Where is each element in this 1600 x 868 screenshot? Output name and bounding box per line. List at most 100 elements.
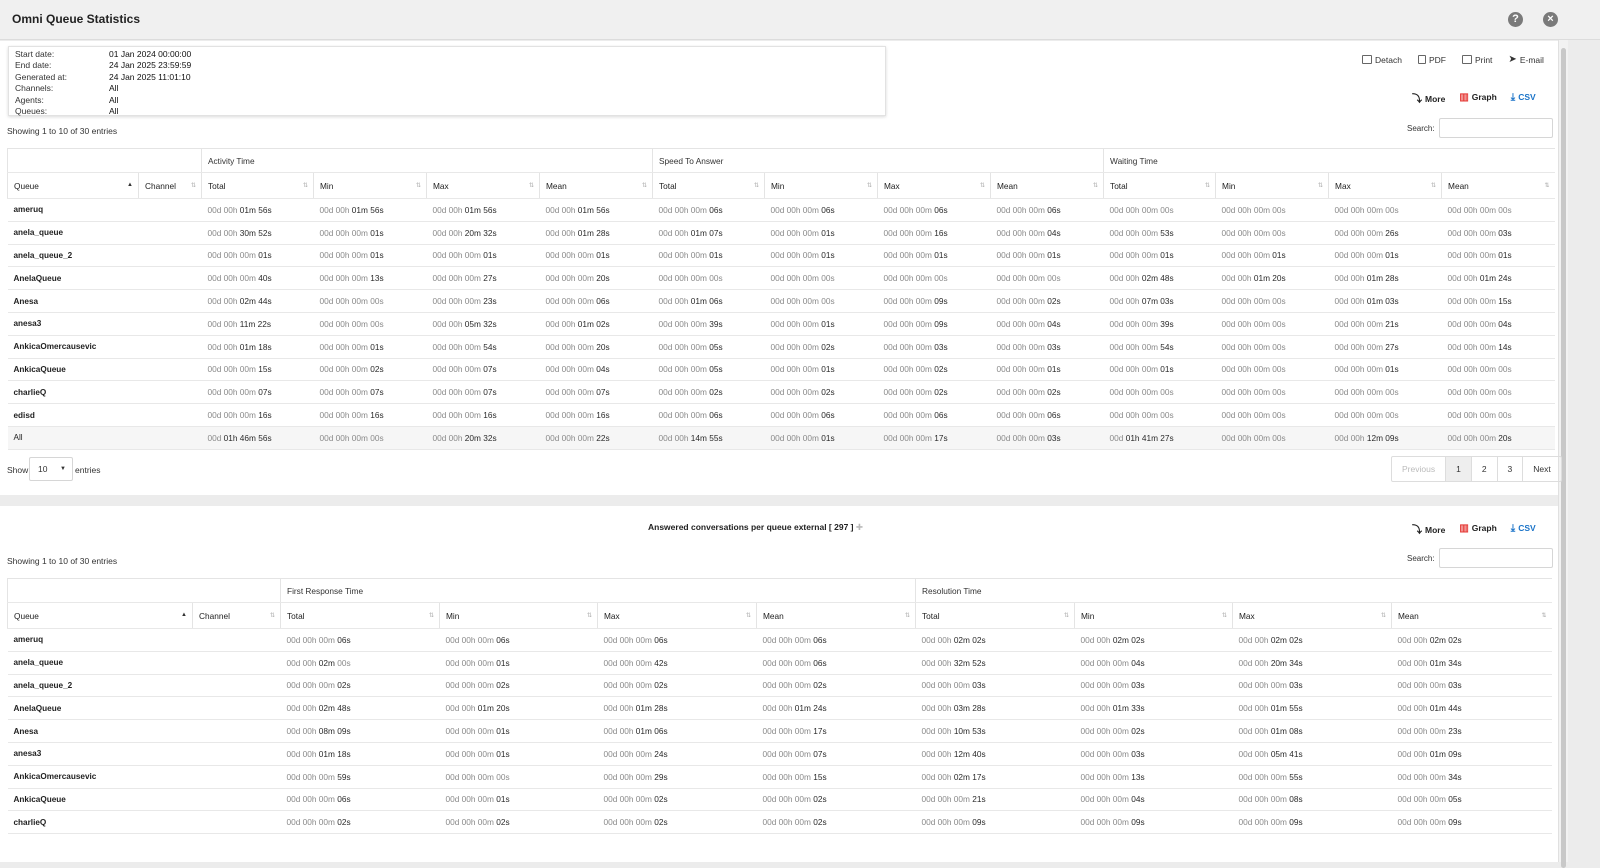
table-row[interactable]: anesa3 00d 00h 01m 18s 00d 00h 00m 01s 00d … [7,742,1552,766]
email-button[interactable]: ➤ E-mail [1508,54,1543,65]
sort-icon[interactable]: ⇅ [867,182,872,189]
column-header[interactable]: Min ⇅ [313,172,427,199]
csv-button-2[interactable]: ⤓ CSV [1511,523,1536,534]
page-button-1[interactable]: 1 [1445,457,1471,481]
csv-button[interactable]: ⤓ CSV [1511,92,1536,103]
sort-icon[interactable]: ⇅ [1318,182,1323,189]
column-header[interactable]: Total ⇅ [201,172,314,199]
column-header[interactable]: Mean ⇅ [755,602,916,629]
page-button-previous[interactable]: Previous [1392,457,1445,481]
sort-icon[interactable]: ⇅ [270,612,275,619]
column-header[interactable]: Queue ▲ [7,172,139,199]
table-total-row[interactable]: All 00d 01h 46m 56s 00d 00h 00m 00s 00d 00h… [7,426,1555,450]
sort-icon[interactable]: ⇅ [754,182,759,189]
graph-button-2[interactable]: ▥ Graph [1459,523,1496,534]
table-row[interactable]: anela_queue 00d 00h 30m 52s 00d 00h 00m 01… [7,221,1555,245]
column-header[interactable]: Total ⇅ [915,602,1075,629]
queue-cell: edisd [7,403,139,427]
table-row[interactable]: anesa3 00d 00h 11m 22s 00d 00h 00m 00s 00d … [7,312,1555,336]
column-header[interactable]: Total ⇅ [280,602,440,629]
sort-icon[interactable]: ⇅ [1381,612,1386,619]
table-row[interactable]: ameruq 00d 00h 00m 06s 00d 00h 00m 06s 00d … [7,628,1552,652]
table-row[interactable]: AnelaQueue 00d 00h 00m 40s 00d 00h 00m 13s… [7,266,1555,291]
time-cell: 00d 00h 00m 07s [426,380,540,405]
sort-icon[interactable]: ⇅ [905,612,910,619]
table-row[interactable]: AnkicaQueue 00d 00h 00m 06s 00d 00h 00m 01… [7,788,1552,812]
help-icon[interactable]: ? [1508,12,1523,27]
page-button-next[interactable]: Next [1522,457,1560,481]
sort-icon[interactable]: ⇅ [1541,612,1546,619]
table-row[interactable]: AnkicaQueue 00d 00h 00m 15s 00d 00h 00m 02… [7,358,1555,382]
time-cell: 00d 00h 01m 07s [652,221,765,245]
time-cell: 00d 00h 00m 03s [990,335,1104,359]
table-row[interactable]: edisd 00d 00h 00m 16s 00d 00h 00m 16s 00d 0… [7,403,1555,427]
column-header[interactable]: Max ⇅ [1328,172,1442,199]
column-header[interactable]: Mean ⇅ [1441,172,1555,199]
column-header[interactable]: Max ⇅ [597,602,757,629]
table-row[interactable]: AnkicaOmercausevic 00d 00h 01m 18s 00d 00h… [7,335,1555,359]
column-header[interactable]: Min ⇅ [1074,602,1233,629]
table-row[interactable]: AnkicaOmercausevic 00d 00h 00m 59s 00d 00h… [7,765,1552,789]
sort-icon[interactable]: ⇅ [1545,182,1550,189]
sort-icon[interactable]: ⇅ [980,182,985,189]
page-size-select[interactable]: 10 ▼ [29,457,73,481]
sort-icon[interactable]: ▲ [127,182,133,188]
detach-button[interactable]: Detach [1362,55,1402,65]
sort-icon[interactable]: ⇅ [429,612,434,619]
table-row[interactable]: AnelaQueue 00d 00h 02m 48s 00d 00h 01m 20s… [7,696,1552,721]
sort-icon[interactable]: ⇅ [303,182,308,189]
column-header[interactable]: Channel ⇅ [192,602,281,629]
column-header[interactable]: Min ⇅ [764,172,878,199]
table-row[interactable]: charlieQ 00d 00h 00m 07s 00d 00h 00m 07s 00… [7,380,1555,405]
page-button-3[interactable]: 3 [1496,457,1523,481]
column-header[interactable]: Mean ⇅ [1391,602,1552,629]
sort-icon[interactable]: ⇅ [1205,182,1210,189]
sort-icon[interactable]: ⇅ [1431,182,1436,189]
column-header[interactable]: Total ⇅ [652,172,765,199]
time-cell: 00d 00h 00m 20s [539,266,653,291]
sort-icon[interactable]: ⇅ [191,182,196,189]
column-header[interactable]: Queue ▲ [7,602,193,629]
time-cell: 00d 00h 00m 26s [1328,221,1442,245]
queue-cell: All [7,426,139,450]
column-header[interactable]: Max ⇅ [426,172,540,199]
table-row[interactable]: charlieQ 00d 00h 00m 02s 00d 00h 00m 02s 00… [7,810,1552,835]
table-row[interactable]: anela_queue 00d 00h 02m 00s 00d 00h 00m 01… [7,651,1552,675]
sort-icon[interactable]: ⇅ [1093,182,1098,189]
sort-icon[interactable]: ⇅ [416,182,421,189]
more-button-2[interactable]: ⤵ More [1412,521,1445,536]
table-row[interactable]: Anesa 00d 00h 02m 44s 00d 00h 00m 00s 00d 0… [7,289,1555,313]
column-header[interactable]: Channel ⇅ [138,172,202,199]
time-cell: 00d 00h 00m 05s [652,358,765,382]
sort-icon[interactable]: ⇅ [1064,612,1069,619]
column-group-label: Speed To Answer [651,148,1104,173]
time-cell: 00d 00h 01m 33s [1074,696,1233,721]
more-button[interactable]: ⤵ More [1412,90,1445,105]
table-row[interactable]: Anesa 00d 00h 08m 09s 00d 00h 00m 01s 00d 0… [7,719,1552,743]
time-cell: 00d 00h 02m 44s [201,289,314,313]
table-row[interactable]: anela_queue_2 00d 00h 00m 02s 00d 00h 00m … [7,674,1552,698]
sort-icon[interactable]: ⇅ [529,182,534,189]
close-icon[interactable]: × [1543,12,1558,27]
column-header[interactable]: Total ⇅ [1103,172,1216,199]
print-button[interactable]: Print [1461,55,1492,65]
column-header[interactable]: Max ⇅ [877,172,991,199]
scrollbar[interactable] [1558,40,1568,868]
column-header[interactable]: Mean ⇅ [989,172,1104,199]
sort-icon[interactable]: ⇅ [746,612,751,619]
sort-icon[interactable]: ▲ [181,612,187,618]
sort-icon[interactable]: ⇅ [587,612,592,619]
sort-icon[interactable]: ⇅ [1222,612,1227,619]
pdf-button[interactable]: PDF [1417,55,1446,65]
column-header[interactable]: Max ⇅ [1232,602,1392,629]
column-header[interactable]: Mean ⇅ [539,172,653,199]
column-header[interactable]: Min ⇅ [1215,172,1329,199]
table1-search-input[interactable] [1439,118,1553,138]
page-button-2[interactable]: 2 [1470,457,1497,481]
sort-icon[interactable]: ⇅ [642,182,647,189]
column-header[interactable]: Min ⇅ [439,602,598,629]
table-row[interactable]: anela_queue_2 00d 00h 00m 01s 00d 00h 00m … [7,244,1555,268]
graph-button[interactable]: ▥ Graph [1459,92,1496,103]
table2-search-input[interactable] [1439,548,1553,568]
table-row[interactable]: ameruq 00d 00h 01m 56s 00d 00h 01m 56s 00d … [7,198,1555,222]
